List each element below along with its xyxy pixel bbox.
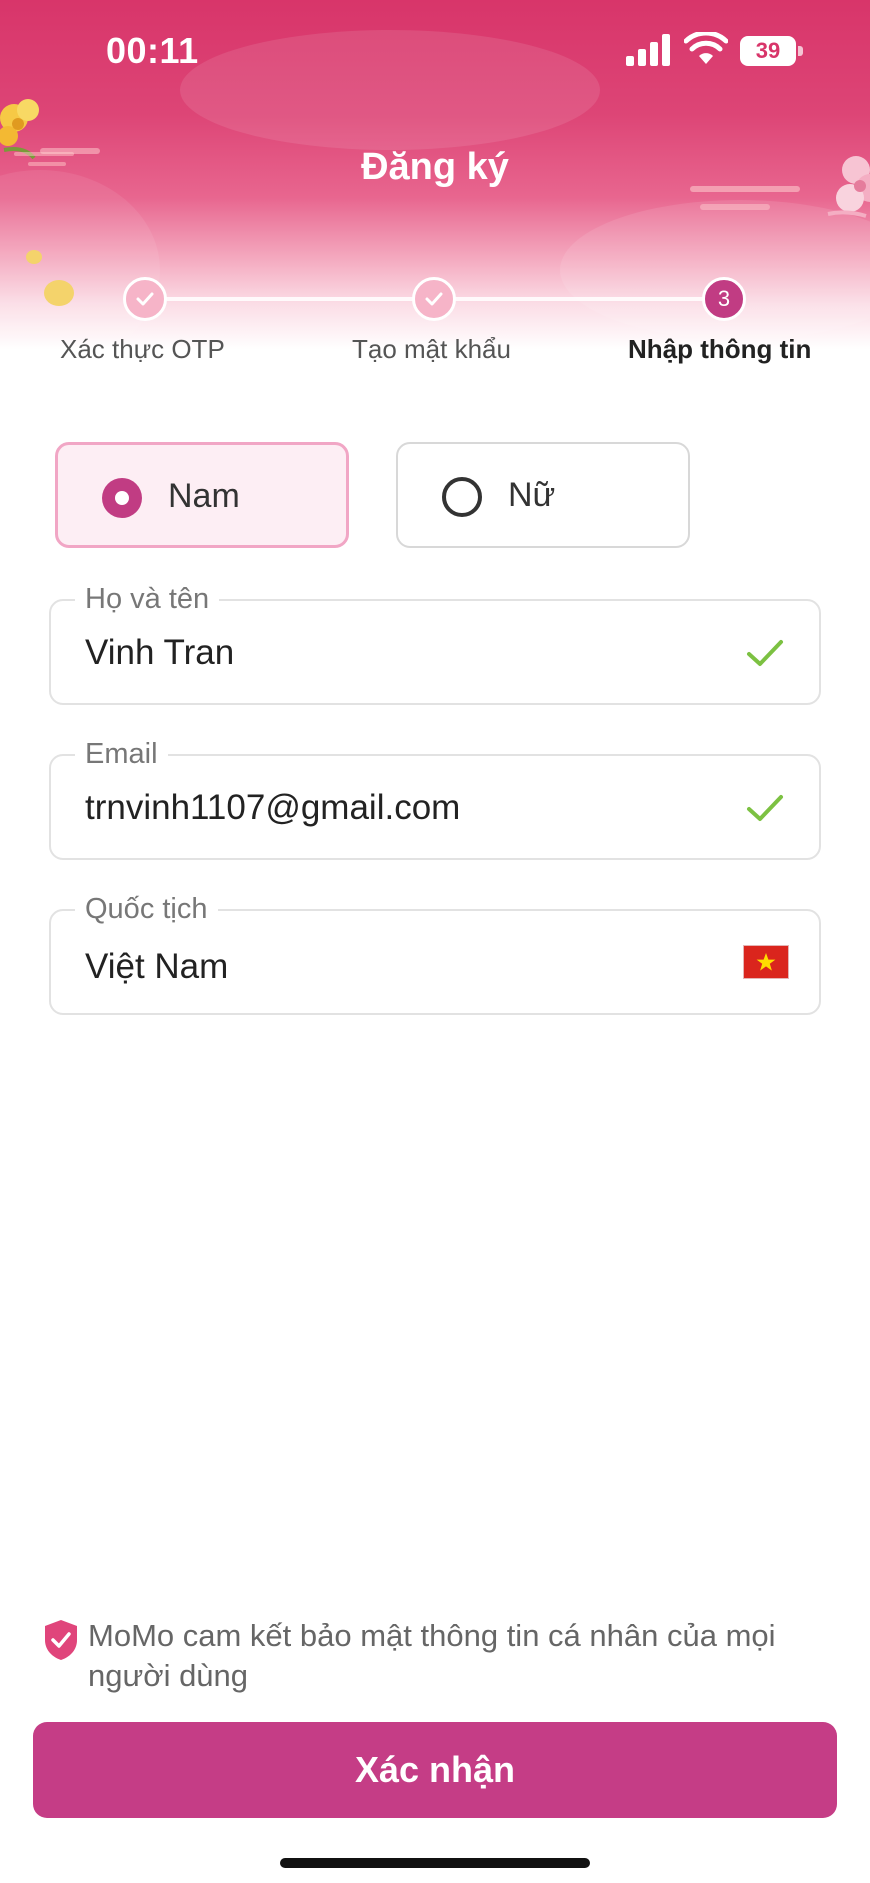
step-3-label: Nhập thông tin [628,334,812,364]
status-bar: 00:11 39 [0,0,870,104]
radio-selected-icon [102,478,142,518]
vietnam-flag-icon [743,945,789,979]
gender-option-male[interactable]: Nam [55,442,349,548]
home-indicator[interactable] [280,1858,590,1868]
step-3-indicator: 3 [702,277,746,321]
battery-level: 39 [740,36,796,66]
shield-check-icon [45,1620,77,1660]
gold-coin-decoration [26,250,42,264]
check-icon [136,292,154,306]
full-name-value[interactable]: Vinh Tran [85,633,234,673]
status-time: 00:11 [106,30,199,71]
check-icon [425,292,443,306]
gender-option-female[interactable]: Nữ [396,442,690,548]
nationality-field[interactable]: Quốc tịch Việt Nam [49,889,821,1015]
step-1-indicator [123,277,167,321]
nationality-value[interactable]: Việt Nam [85,947,228,987]
cloud-stroke-decoration [700,204,770,210]
gold-coin-decoration [44,280,74,306]
nationality-label: Quốc tịch [75,889,218,929]
valid-check-icon [747,640,783,666]
gender-label-male: Nam [168,477,240,515]
star-icon [756,953,776,971]
step-2-label: Tạo mật khẩu [352,334,511,364]
battery-tip [798,46,803,56]
page-title: Đăng ký [361,146,509,188]
battery-icon: 39 [740,36,804,66]
step-1-label: Xác thực OTP [60,334,225,364]
step-2-indicator [412,277,456,321]
wifi-icon [684,32,728,64]
email-field[interactable]: Email trnvinh1107@gmail.com [49,734,821,860]
full-name-field[interactable]: Họ và tên Vinh Tran [49,579,821,705]
confirm-button[interactable]: Xác nhận [33,1722,837,1818]
cellular-signal-icon [626,34,670,66]
email-label: Email [75,734,168,774]
full-name-label: Họ và tên [75,579,220,619]
email-value[interactable]: trnvinh1107@gmail.com [85,788,460,828]
valid-check-icon [747,795,783,821]
gender-label-female: Nữ [508,476,556,514]
radio-unselected-icon [442,477,482,517]
privacy-text: MoMo cam kết bảo mật thông tin cá nhân c… [88,1618,776,1693]
